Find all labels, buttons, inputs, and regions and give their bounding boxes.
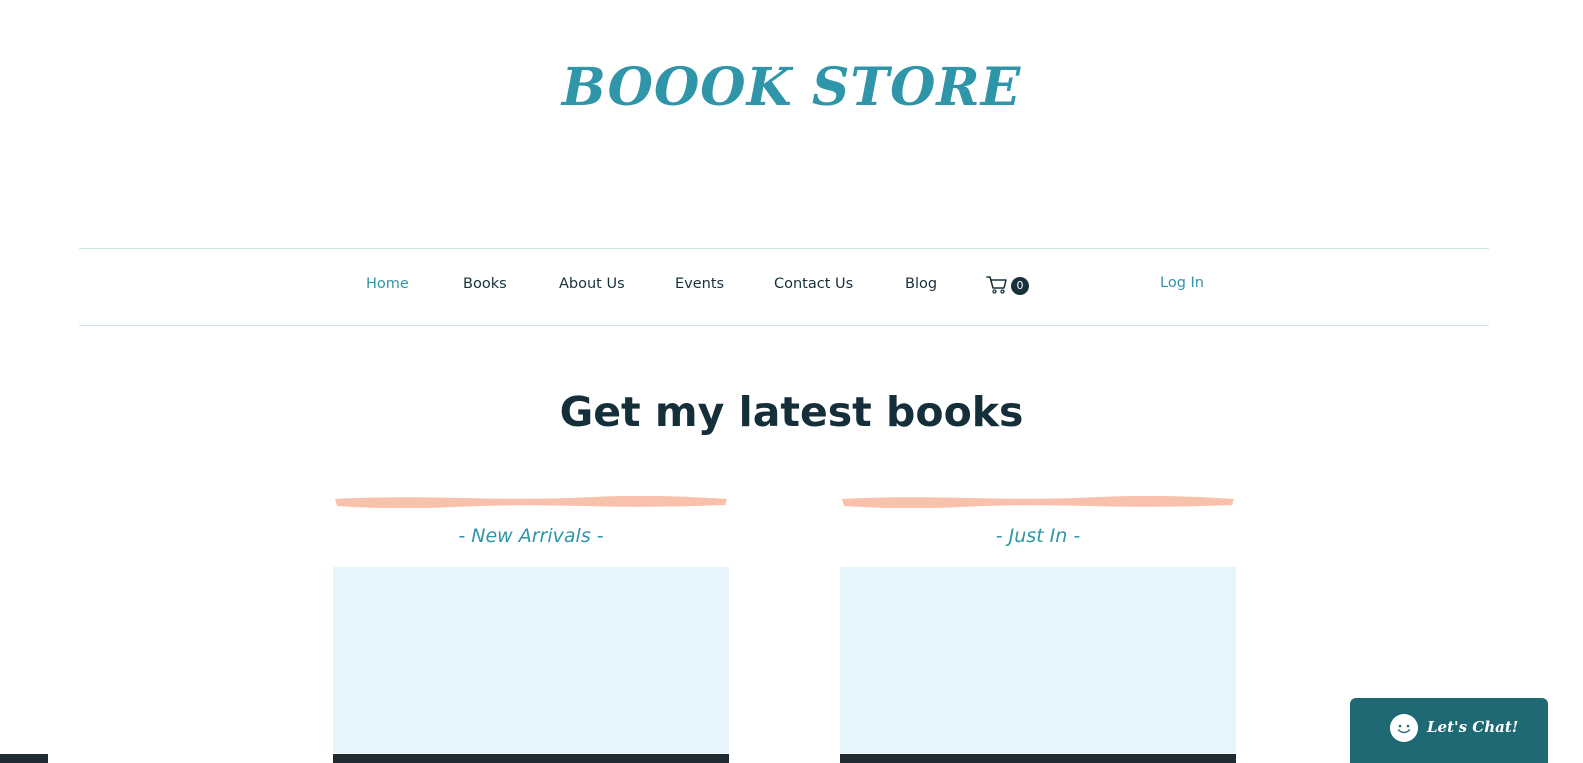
column-title-just-in: - Just In - <box>995 525 1081 547</box>
just-in-gallery[interactable] <box>840 567 1236 763</box>
nav-item-blog[interactable]: Blog <box>905 274 937 294</box>
brush-stroke-decoration <box>842 496 1234 508</box>
cart-count-badge: 0 <box>1011 277 1029 295</box>
chat-widget-button[interactable]: Let's Chat! <box>1350 698 1548 763</box>
column-title-new-arrivals: - New Arrivals - <box>458 525 604 547</box>
chat-label: Let's Chat! <box>1427 718 1519 736</box>
smiley-chat-icon <box>1390 714 1418 742</box>
site-logo[interactable]: BOOOK STORE <box>0 56 1583 120</box>
bottom-bar <box>0 753 1583 763</box>
section-heading: Get my latest books <box>559 388 1024 436</box>
cart-icon <box>986 276 1007 294</box>
nav-item-books[interactable]: Books <box>463 274 507 294</box>
brush-stroke-decoration <box>335 496 727 508</box>
nav-item-about-us[interactable]: About Us <box>559 274 625 294</box>
bottom-bar-segment <box>0 754 48 763</box>
nav-item-contact-us[interactable]: Contact Us <box>774 274 853 294</box>
cart-button[interactable]: 0 <box>986 273 1032 297</box>
login-link[interactable]: Log In <box>1160 273 1204 293</box>
nav-divider-top <box>79 248 1489 249</box>
nav-divider-bottom <box>79 325 1489 326</box>
bottom-bar-segment <box>333 754 729 763</box>
nav-item-home[interactable]: Home <box>366 274 409 294</box>
nav-item-events[interactable]: Events <box>675 274 724 294</box>
new-arrivals-gallery[interactable] <box>333 567 729 763</box>
bottom-bar-segment <box>840 754 1236 763</box>
